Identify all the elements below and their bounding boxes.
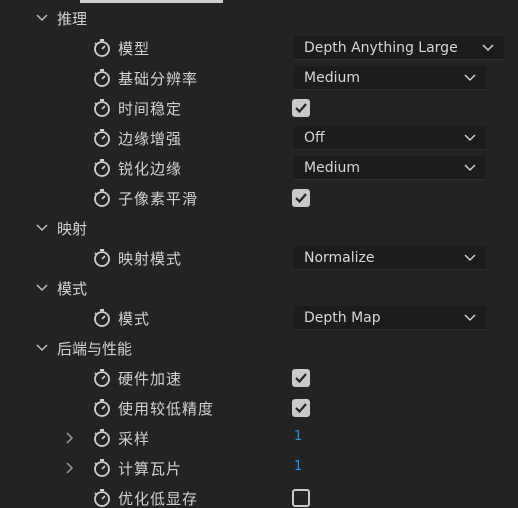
- mode-dropdown[interactable]: Depth Map: [294, 306, 486, 330]
- section-mapping[interactable]: 映射: [0, 213, 518, 243]
- subpixel-smooth-checkbox[interactable]: [292, 189, 310, 207]
- prop-row-model: 模型 Depth Anything Large: [0, 33, 518, 63]
- section-label: 推理: [57, 10, 88, 28]
- prop-row-mapping-mode: 映射模式 Normalize: [0, 243, 518, 273]
- prop-row-lower-precision: 使用较低精度: [0, 393, 518, 423]
- stopwatch-icon[interactable]: [92, 368, 112, 388]
- prop-label: 模式: [118, 310, 151, 328]
- prop-row-sharpen-edges: 锐化边缘 Medium: [0, 153, 518, 183]
- prop-row-compute-tiles: 计算瓦片 1: [0, 453, 518, 483]
- stopwatch-icon[interactable]: [92, 38, 112, 58]
- edge-enhance-dropdown[interactable]: Off: [294, 126, 486, 150]
- mapping-mode-dropdown[interactable]: Normalize: [294, 246, 486, 270]
- section-label: 映射: [57, 220, 88, 238]
- prop-row-mode: 模式 Depth Map: [0, 303, 518, 333]
- prop-row-edge-enhance: 边缘增强 Off: [0, 123, 518, 153]
- prop-label: 使用较低精度: [118, 400, 215, 418]
- prop-label: 硬件加速: [118, 370, 183, 388]
- chevron-down-icon: [464, 314, 476, 322]
- checkmark-icon: [295, 373, 307, 384]
- prop-label: 时间稳定: [118, 100, 183, 118]
- stopwatch-icon[interactable]: [92, 308, 112, 328]
- base-resolution-dropdown[interactable]: Medium: [294, 66, 486, 90]
- section-backend[interactable]: 后端与性能: [0, 333, 518, 363]
- stopwatch-icon[interactable]: [92, 248, 112, 268]
- prop-label: 基础分辨率: [118, 70, 199, 88]
- sampling-value[interactable]: 1: [294, 429, 302, 444]
- prop-label: 边缘增强: [118, 130, 183, 148]
- stopwatch-icon[interactable]: [92, 428, 112, 448]
- dropdown-value: Medium: [304, 160, 360, 176]
- prop-label: 锐化边缘: [118, 160, 183, 178]
- dropdown-value: Depth Anything Large: [304, 40, 458, 56]
- prop-row-subpixel-smooth: 子像素平滑: [0, 183, 518, 213]
- prop-row-hw-accel: 硬件加速: [0, 363, 518, 393]
- chevron-down-icon: [464, 74, 476, 82]
- temporal-stable-checkbox[interactable]: [292, 99, 310, 117]
- compute-tiles-value[interactable]: 1: [294, 459, 302, 474]
- chevron-down-icon[interactable]: [36, 224, 48, 232]
- dropdown-value: Normalize: [304, 250, 375, 266]
- prop-label: 优化低显存: [118, 490, 199, 508]
- effect-controls-panel: 推理 模型 Depth Anything Large 基础分辨率 Medium …: [0, 0, 518, 508]
- chevron-down-icon: [482, 44, 494, 52]
- chevron-down-icon[interactable]: [36, 284, 48, 292]
- checkmark-icon: [295, 193, 307, 204]
- prop-row-base-resolution: 基础分辨率 Medium: [0, 63, 518, 93]
- dropdown-value: Medium: [304, 70, 360, 86]
- lower-precision-checkbox[interactable]: [292, 399, 310, 417]
- section-inference[interactable]: 推理: [0, 3, 518, 33]
- checkmark-icon: [295, 403, 307, 414]
- section-label: 后端与性能: [57, 340, 133, 358]
- sharpen-edges-dropdown[interactable]: Medium: [294, 156, 486, 180]
- hw-accel-checkbox[interactable]: [292, 369, 310, 387]
- prop-row-temporal-stable: 时间稳定: [0, 93, 518, 123]
- chevron-right-icon[interactable]: [66, 432, 74, 444]
- stopwatch-icon[interactable]: [92, 98, 112, 118]
- stopwatch-icon[interactable]: [92, 398, 112, 418]
- prop-row-optimize-low-vram: 优化低显存: [0, 483, 518, 508]
- prop-label: 计算瓦片: [118, 460, 183, 478]
- chevron-down-icon[interactable]: [36, 14, 48, 22]
- chevron-down-icon: [464, 134, 476, 142]
- chevron-right-icon[interactable]: [66, 462, 74, 474]
- section-label: 模式: [57, 280, 88, 298]
- dropdown-value: Off: [304, 130, 325, 146]
- section-mode[interactable]: 模式: [0, 273, 518, 303]
- prop-label: 映射模式: [118, 250, 183, 268]
- chevron-down-icon: [464, 164, 476, 172]
- prop-label: 子像素平滑: [118, 190, 199, 208]
- stopwatch-icon[interactable]: [92, 188, 112, 208]
- stopwatch-icon[interactable]: [92, 158, 112, 178]
- checkmark-icon: [295, 103, 307, 114]
- stopwatch-icon[interactable]: [92, 488, 112, 508]
- stopwatch-icon[interactable]: [92, 68, 112, 88]
- prop-label: 模型: [118, 40, 151, 58]
- stopwatch-icon[interactable]: [92, 458, 112, 478]
- chevron-down-icon[interactable]: [36, 344, 48, 352]
- prop-label: 采样: [118, 430, 151, 448]
- optimize-low-vram-checkbox[interactable]: [292, 489, 310, 507]
- dropdown-value: Depth Map: [304, 310, 381, 326]
- chevron-down-icon: [464, 254, 476, 262]
- model-dropdown[interactable]: Depth Anything Large: [294, 36, 504, 60]
- prop-row-sampling: 采样 1: [0, 423, 518, 453]
- stopwatch-icon[interactable]: [92, 128, 112, 148]
